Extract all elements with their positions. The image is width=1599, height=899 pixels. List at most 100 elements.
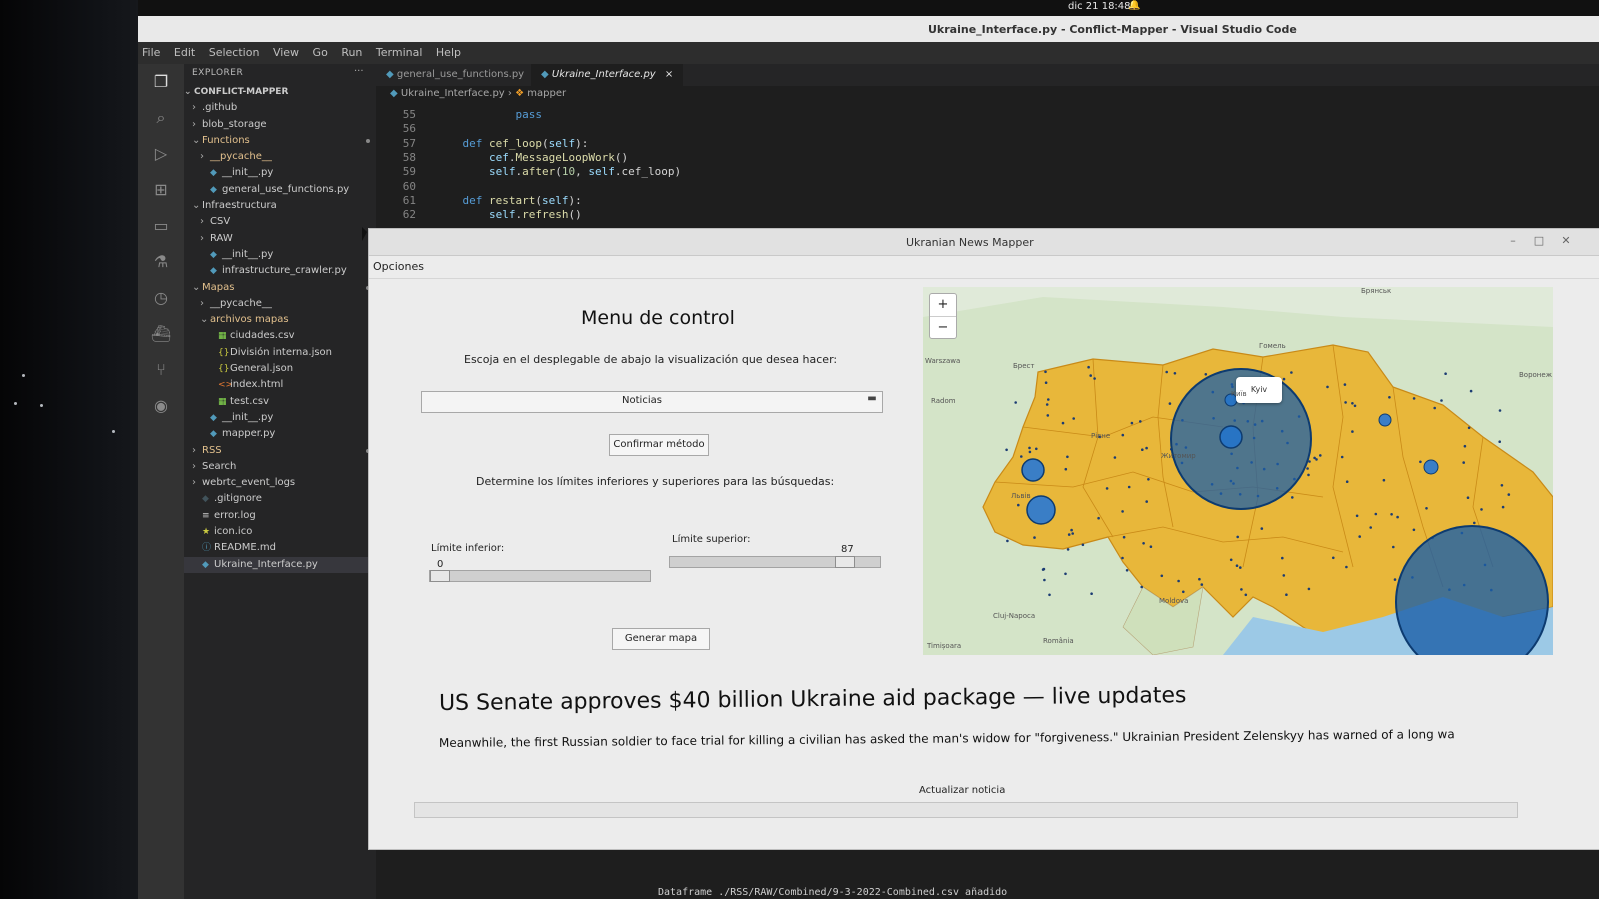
tree-file[interactable]: ◆ general_use_functions.py	[184, 182, 376, 198]
tree-folder[interactable]: › __pycache__	[184, 149, 376, 165]
lower-limit-slider[interactable]	[429, 570, 651, 582]
lower-limit-slider-handle[interactable]	[430, 570, 450, 582]
menu-help[interactable]: Help	[436, 46, 461, 59]
py-file-icon: ◆	[210, 266, 217, 277]
explorer-icon[interactable]: ❐	[150, 72, 172, 94]
close-window-icon[interactable]: ✕	[1559, 234, 1573, 248]
zoom-in-button[interactable]: +	[930, 294, 956, 317]
tree-file[interactable]: ◆ __init__.py	[184, 165, 376, 181]
news-point	[1355, 514, 1359, 518]
generate-map-button[interactable]: Generar mapa	[612, 628, 710, 650]
tree-folder[interactable]: ⌄ Functions	[184, 133, 376, 149]
tree-file[interactable]: <>index.html	[184, 377, 376, 393]
tree-file[interactable]: ◆ .gitignore	[184, 491, 376, 507]
menu-selection[interactable]: Selection	[209, 46, 260, 59]
project-root[interactable]: ⌄ CONFLICT-MAPPER	[184, 84, 376, 100]
news-point	[1239, 566, 1242, 569]
tree-file[interactable]: ▦ test.csv	[184, 394, 376, 410]
tree-file[interactable]: ◆ Ukraine_Interface.py	[184, 556, 376, 573]
tree-folder[interactable]: › CSV	[184, 214, 376, 230]
tree-folder[interactable]: › .github	[184, 100, 376, 116]
dropdown-arrow-icon[interactable]: ▬	[865, 393, 879, 409]
tree-file[interactable]: ⓘ README.md	[184, 540, 376, 556]
breadcrumb-file[interactable]: Ukraine_Interface.py	[401, 88, 505, 99]
menu-edit[interactable]: Edit	[174, 46, 195, 59]
tab-ukraine-interface[interactable]: ◆ Ukraine_Interface.py ×	[531, 64, 684, 86]
menu-view[interactable]: View	[273, 46, 299, 59]
chevron-right-icon[interactable]: ›	[200, 214, 210, 230]
chevron-right-icon[interactable]: ›	[192, 100, 202, 116]
news-map[interactable]: + − Kyiv Warszawa Брест Київ Гомель Брян…	[923, 287, 1553, 655]
tree-folder[interactable]: › Search	[184, 459, 376, 475]
tree-file[interactable]: {}General.json	[184, 361, 376, 377]
menu-terminal[interactable]: Terminal	[376, 46, 423, 59]
news-point	[1043, 578, 1046, 582]
chevron-right-icon[interactable]: ›	[192, 117, 202, 133]
tree-file[interactable]: ◆ mapper.py	[184, 426, 376, 442]
tree-file[interactable]: {}División interna.json	[184, 345, 376, 361]
chevron-right-icon[interactable]: ›	[200, 296, 210, 312]
tree-file[interactable]: ★ icon.ico	[184, 524, 376, 540]
tree-file[interactable]: ▦ ciudades.csv	[184, 328, 376, 344]
zoom-out-button[interactable]: −	[930, 317, 956, 339]
tree-folder[interactable]: › RAW	[184, 231, 376, 247]
tree-file[interactable]: ◆ __init__.py	[184, 410, 376, 426]
notification-bell-icon[interactable]: 🔔	[1128, 0, 1140, 11]
tree-folder[interactable]: ⌄ archivos mapas	[184, 312, 376, 328]
menu-run[interactable]: Run	[341, 46, 362, 59]
chevron-right-icon[interactable]: ›	[192, 475, 202, 491]
news-point	[1127, 485, 1131, 489]
menu-opciones[interactable]: Opciones	[373, 260, 424, 273]
system-clock[interactable]: dic 21 18:48	[1068, 1, 1131, 12]
tree-folder[interactable]: ⌄ Infraestructura	[184, 198, 376, 214]
close-tab-icon[interactable]: ×	[665, 69, 673, 80]
upper-limit-slider-handle[interactable]	[835, 556, 855, 568]
confirm-method-button[interactable]: Confirmar método	[609, 434, 709, 456]
west-news-cluster[interactable]	[1026, 495, 1056, 525]
menu-go[interactable]: Go	[313, 46, 328, 59]
extensions-icon[interactable]: ⊞	[150, 180, 172, 202]
chevron-right-icon[interactable]: ›	[200, 231, 210, 247]
chevron-down-icon[interactable]: ⌄	[192, 280, 202, 296]
news-marker[interactable]	[1378, 413, 1392, 427]
upper-limit-slider[interactable]	[669, 556, 881, 568]
docker-icon[interactable]: ⛴	[150, 324, 172, 346]
source-control-icon[interactable]: ⑂	[150, 360, 172, 382]
chevron-right-icon[interactable]: ›	[192, 459, 202, 475]
tree-item-label: blob_storage	[202, 118, 267, 130]
chevron-right-icon[interactable]: ›	[200, 149, 210, 165]
update-news-bar[interactable]	[414, 802, 1518, 818]
tree-folder[interactable]: › blob_storage	[184, 117, 376, 133]
chevron-down-icon[interactable]: ⌄	[192, 198, 202, 214]
tree-folder[interactable]: › webrtc_event_logs	[184, 475, 376, 491]
csv-file-icon: ▦	[218, 331, 227, 342]
more-actions-icon[interactable]: ···	[354, 66, 364, 77]
tree-file[interactable]: ◆ infrastructure_crawler.py	[184, 263, 376, 279]
search-icon[interactable]: ⌕	[150, 108, 172, 130]
lviv-news-cluster[interactable]	[1021, 458, 1045, 482]
tree-file[interactable]: ≡ error.log	[184, 508, 376, 524]
kyiv-marker[interactable]	[1219, 425, 1243, 449]
chevron-down-icon[interactable]: ⌄	[192, 133, 202, 149]
tab-general-use-functions[interactable]: ◆ general_use_functions.py	[376, 64, 534, 86]
code-line: def restart(self):	[462, 193, 582, 207]
news-marker[interactable]	[1423, 459, 1439, 475]
timeline-icon[interactable]: ◷	[150, 288, 172, 310]
chevron-down-icon[interactable]: ⌄	[200, 312, 210, 328]
remote-explorer-icon[interactable]: ▭	[150, 216, 172, 238]
menu-file[interactable]: File	[142, 46, 160, 59]
chevron-right-icon[interactable]: ›	[192, 443, 202, 459]
visualization-dropdown[interactable]: Noticias ▬	[421, 391, 883, 413]
github-icon[interactable]: ◉	[150, 396, 172, 418]
minimize-icon[interactable]: –	[1506, 234, 1520, 248]
maximize-icon[interactable]: □	[1532, 234, 1546, 248]
tree-folder[interactable]: ⌄ Mapas	[184, 280, 376, 296]
breadcrumb-symbol[interactable]: mapper	[527, 88, 566, 99]
testing-icon[interactable]: ⚗	[150, 252, 172, 274]
run-debug-icon[interactable]: ▷	[150, 144, 172, 166]
tree-file[interactable]: ◆ __init__.py	[184, 247, 376, 263]
news-point	[1044, 381, 1048, 384]
tree-item-label: ciudades.csv	[230, 330, 295, 342]
tree-folder[interactable]: › __pycache__	[184, 296, 376, 312]
tree-folder[interactable]: › RSS	[184, 443, 376, 459]
